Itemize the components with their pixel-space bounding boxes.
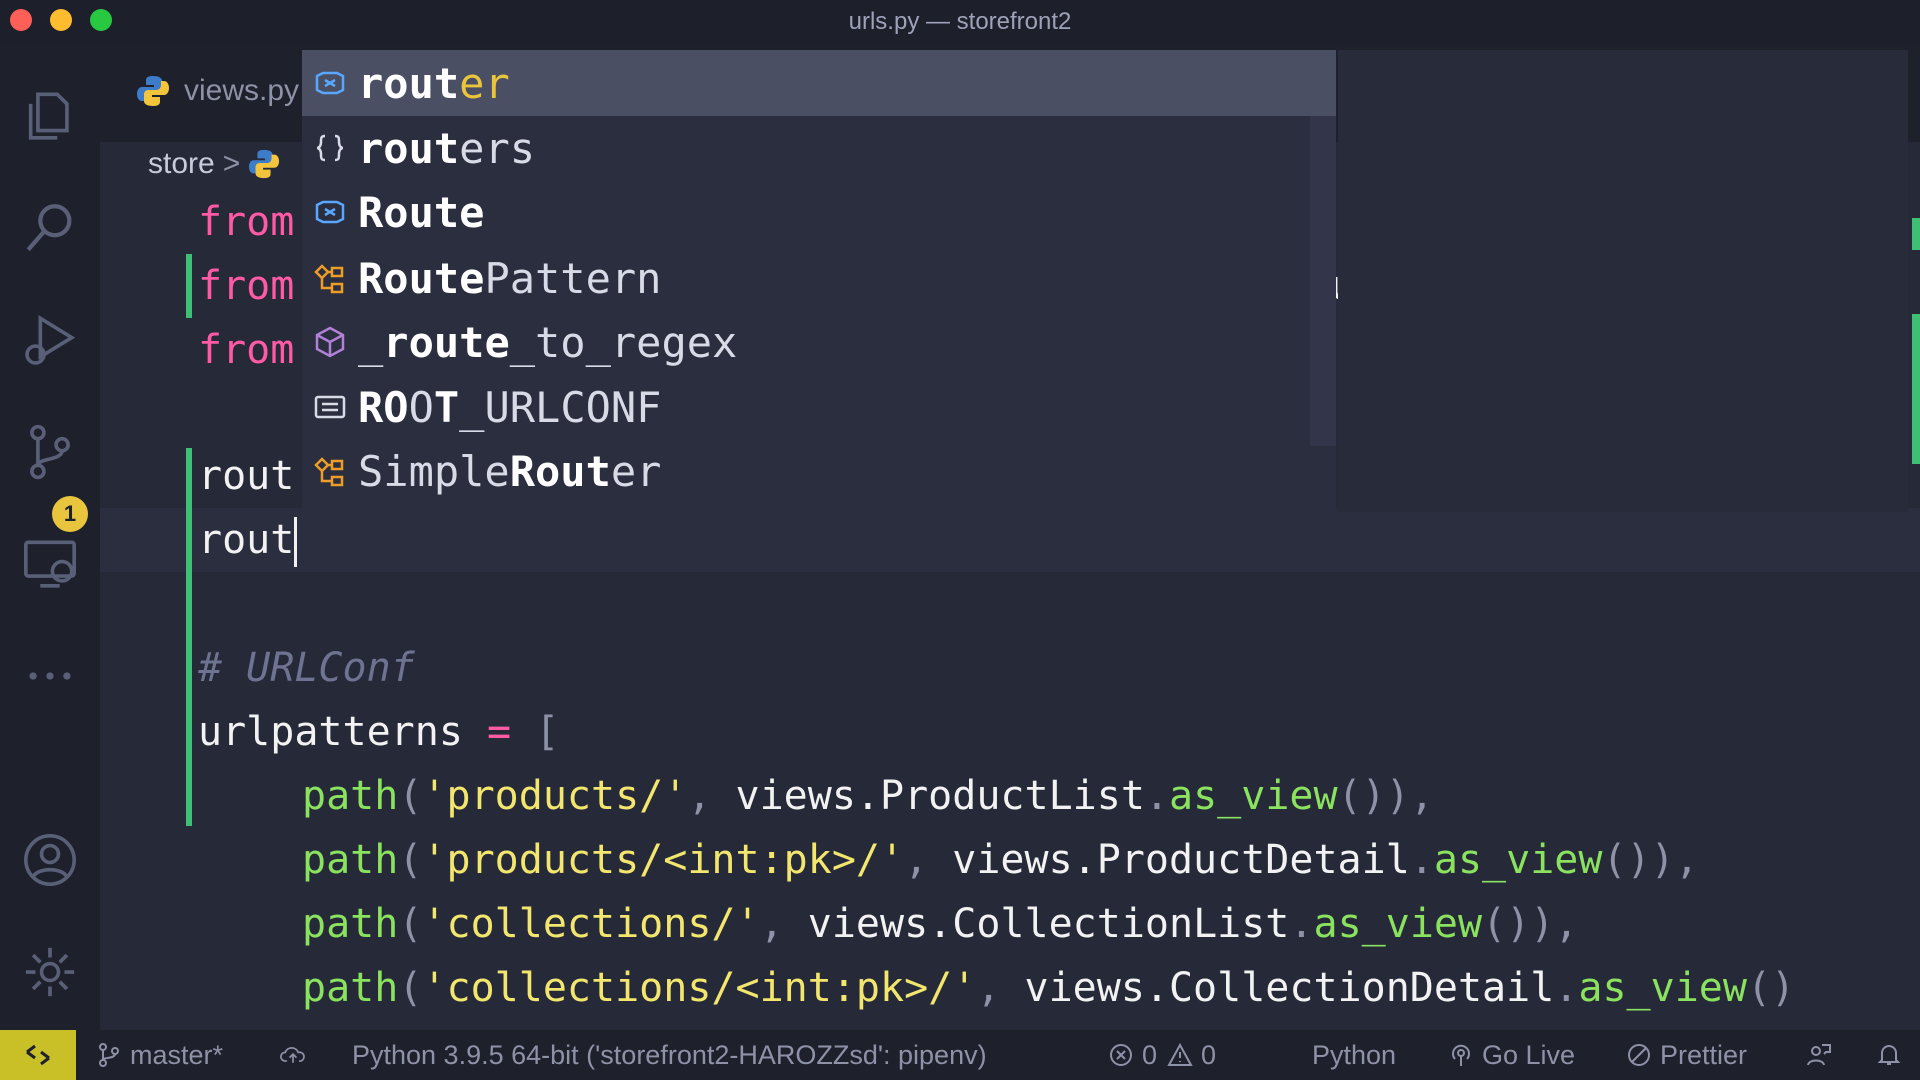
code-path-line: path('products/', views.ProductList.as_v… [302,773,1434,819]
code-line: from [198,263,295,309]
code-line: from [198,327,295,373]
class-icon [308,453,352,489]
status-bar: master* Python 3.9.5 64-bit ('storefront… [0,1030,1920,1080]
module-braces-icon [308,130,352,166]
remote-explorer-icon[interactable] [18,532,82,596]
activity-bar: 1 [0,42,100,1030]
remote-icon [26,1044,50,1066]
overview-ruler-marker [1912,314,1920,464]
text-caret [294,517,298,567]
code-path-line: path('collections/', views.CollectionLis… [302,901,1579,947]
source-control-icon[interactable] [18,420,82,484]
variable-icon [308,194,352,230]
feedback-button[interactable] [1806,1030,1840,1080]
code-line: rout [198,453,295,499]
code-line-current: rout [198,508,298,572]
suggestion-item[interactable]: Route [302,180,1336,244]
suggestion-item[interactable]: rout er [302,51,1336,115]
suggestion-item[interactable]: RO O T _URLCONF [302,375,1336,439]
method-cube-icon [308,324,352,360]
tab-label: views.py [184,74,300,107]
code-path-line: path('collections/<int:pk>/', views.Coll… [302,965,1796,1011]
code-path-line: path('products/<int:pk>/', views.Product… [302,837,1699,883]
cloud-sync-icon [280,1047,305,1063]
settings-gear-icon[interactable] [18,940,82,1004]
autocomplete-suggest-widget[interactable]: rout er rout ers Route Route Pattern _ route… [302,50,1336,512]
go-live-button[interactable]: Go Live [1448,1030,1575,1080]
branch-status[interactable]: master* [96,1030,223,1080]
explorer-icon[interactable] [18,84,82,148]
warning-icon [1167,1042,1193,1066]
tab-views-py[interactable]: views.py [136,74,299,108]
overview-ruler-marker [1912,218,1920,250]
class-icon [308,260,352,296]
broadcast-icon [1452,1044,1470,1066]
suggestion-item[interactable]: rout ers [302,116,1336,180]
problems-status[interactable]: 0 0 [1108,1030,1216,1080]
account-icon[interactable] [18,828,82,892]
source-control-badge: 1 [52,496,88,532]
code-line: from [198,199,295,245]
code-comment: # URLConf [198,645,415,691]
git-branch-icon [99,1043,119,1067]
window-title: urls.py — storefront2 [848,8,1072,35]
search-icon[interactable] [18,196,82,260]
error-icon [1110,1044,1132,1066]
feedback-person-icon [1807,1044,1831,1066]
modified-line-marker [186,254,192,318]
code-line: urlpatterns = [ [198,709,560,755]
language-mode-status[interactable]: Python [1312,1030,1396,1080]
bell-icon [1877,1045,1901,1065]
suggest-details-pane [1338,50,1908,512]
notifications-button[interactable] [1876,1030,1910,1080]
python-file-icon [137,76,169,106]
prettier-disabled-icon [1628,1044,1650,1066]
prettier-status[interactable]: Prettier [1626,1030,1747,1080]
current-line-highlight [100,508,1920,572]
variable-icon [308,65,352,101]
remote-indicator-button[interactable] [0,1030,76,1080]
added-lines-marker [186,448,192,826]
more-icon[interactable] [18,644,82,708]
breadcrumb-separator: > [222,147,241,180]
suggestion-item[interactable]: Route Pattern [302,246,1336,310]
suggestion-item[interactable]: Simple Rout er [302,439,1336,503]
run-debug-icon[interactable] [18,308,82,372]
title-bar: urls.py — storefront2 [0,0,1920,42]
breadcrumb-folder[interactable]: store [148,147,215,181]
python-file-icon [249,149,280,179]
suggestion-item[interactable]: _ route _to_regex [302,310,1336,374]
breadcrumb: store > [148,142,280,186]
constant-icon [308,389,352,425]
sync-button[interactable] [280,1030,314,1080]
python-interpreter-status[interactable]: Python 3.9.5 64-bit ('storefront2-HAROZZ… [352,1030,987,1080]
